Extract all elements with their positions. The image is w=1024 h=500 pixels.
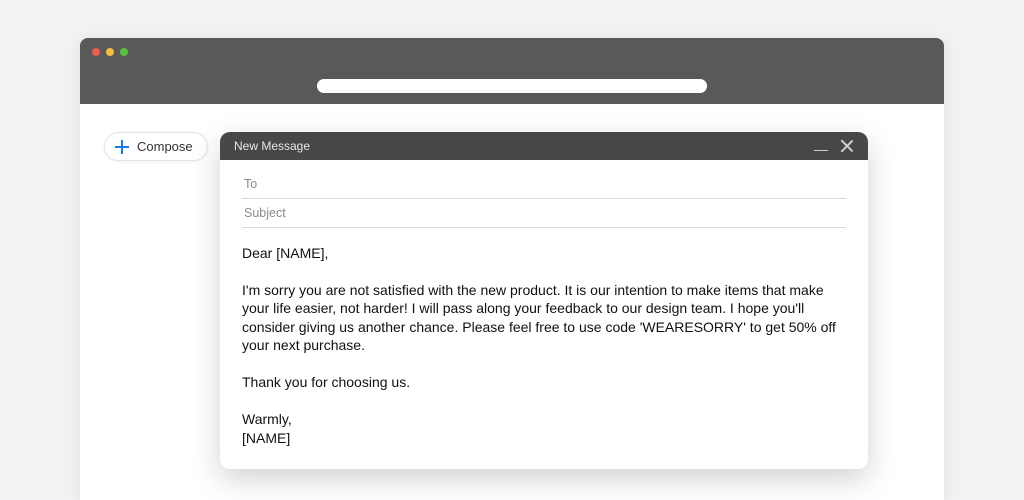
compose-body: Dear [NAME], I'm sorry you are not satis… bbox=[220, 160, 868, 469]
minimize-window-icon[interactable] bbox=[106, 48, 114, 56]
compose-button-label: Compose bbox=[137, 139, 193, 154]
to-field[interactable] bbox=[242, 170, 846, 199]
window-controls bbox=[92, 48, 128, 56]
plus-icon bbox=[115, 140, 129, 154]
close-window-icon[interactable] bbox=[92, 48, 100, 56]
toolbar bbox=[80, 68, 944, 104]
subject-field[interactable] bbox=[242, 199, 846, 228]
minimize-icon[interactable] bbox=[814, 139, 828, 153]
close-icon[interactable] bbox=[840, 139, 854, 153]
browser-tab[interactable] bbox=[80, 38, 195, 68]
browser-window: Compose New Message Dear [NAME], I'm sor… bbox=[80, 38, 944, 500]
page-content: Compose New Message Dear [NAME], I'm sor… bbox=[80, 104, 944, 500]
tab-strip bbox=[80, 38, 944, 68]
compose-header[interactable]: New Message bbox=[220, 132, 868, 160]
compose-button[interactable]: Compose bbox=[104, 132, 208, 161]
compose-title: New Message bbox=[234, 139, 310, 153]
address-bar[interactable] bbox=[317, 79, 707, 93]
compose-header-actions bbox=[814, 139, 854, 153]
compose-window: New Message Dear [NAME], I'm sorry you a… bbox=[220, 132, 868, 469]
maximize-window-icon[interactable] bbox=[120, 48, 128, 56]
email-body-text[interactable]: Dear [NAME], I'm sorry you are not satis… bbox=[242, 244, 846, 447]
